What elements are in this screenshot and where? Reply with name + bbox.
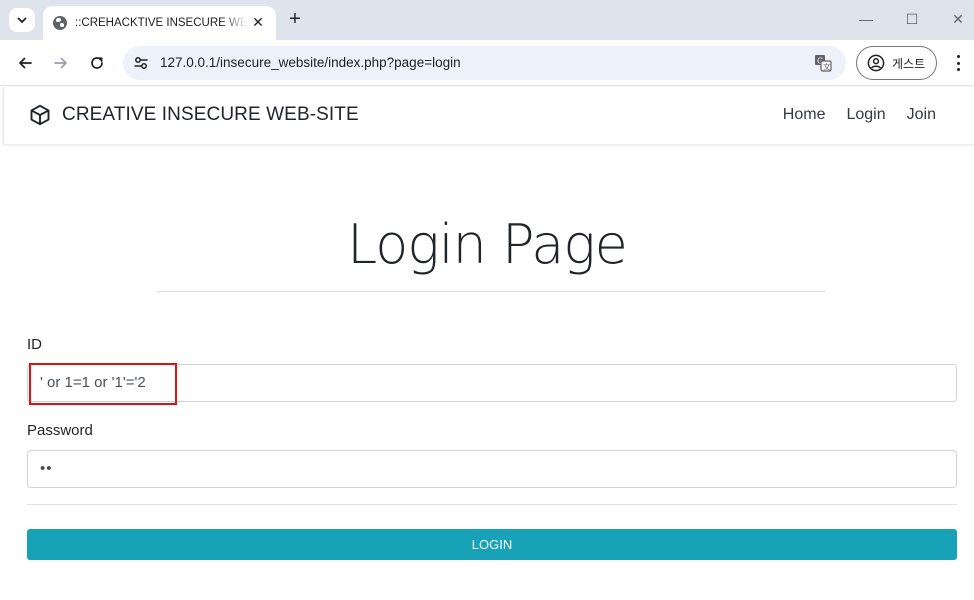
site-navbar: CREATIVE INSECURE WEB-SITE Home Login Jo… (3, 87, 974, 144)
nav-links: Home Login Join (762, 106, 936, 124)
chevron-down-icon (17, 17, 27, 23)
maximize-icon[interactable]: ☐ (902, 10, 922, 28)
tab-title: ::CREHACKTIVE INSECURE WEBSITE (75, 17, 247, 29)
id-input[interactable]: ' or 1=1 or '1'='2 (27, 364, 957, 402)
browser-toolbar: 127.0.0.1/insecure_website/index.php?pag… (0, 40, 974, 86)
profile-icon (867, 54, 885, 72)
browser-tab[interactable]: ::CREHACKTIVE INSECURE WEBSITE ✕ (43, 6, 276, 40)
profile-label: 게스트 (892, 56, 926, 71)
reload-icon (91, 57, 103, 69)
nav-home[interactable]: Home (783, 106, 826, 124)
menu-icon[interactable] (952, 53, 964, 73)
site-info-icon[interactable] (133, 55, 149, 71)
translate-icon[interactable]: G文 (814, 54, 832, 72)
forward-button[interactable] (49, 51, 73, 75)
nav-join[interactable]: Join (907, 106, 936, 124)
globe-icon (53, 16, 67, 30)
id-label: ID (27, 336, 42, 353)
back-button[interactable] (13, 51, 37, 75)
url-text[interactable]: 127.0.0.1/insecure_website/index.php?pag… (160, 55, 461, 70)
svg-text:文: 文 (823, 62, 831, 72)
minimize-icon[interactable]: — (856, 10, 876, 28)
new-tab-button[interactable]: + (285, 9, 305, 29)
tab-strip: ::CREHACKTIVE INSECURE WEBSITE ✕ + — ☐ ✕ (0, 0, 974, 40)
tab-search-button[interactable] (9, 8, 35, 32)
password-label: Password (27, 422, 93, 439)
profile-button[interactable]: 게스트 (856, 46, 937, 80)
web-page: CREATIVE INSECURE WEB-SITE Home Login Jo… (0, 87, 974, 600)
nav-login[interactable]: Login (846, 106, 885, 124)
brand-name: CREATIVE INSECURE WEB-SITE (62, 104, 359, 125)
window-close-icon[interactable]: ✕ (948, 10, 968, 28)
address-bar[interactable]: 127.0.0.1/insecure_website/index.php?pag… (123, 46, 846, 80)
login-button[interactable]: LOGIN (27, 529, 957, 560)
title-divider (157, 291, 826, 292)
tab-close-icon[interactable]: ✕ (250, 14, 266, 30)
brand[interactable]: CREATIVE INSECURE WEB-SITE (29, 104, 359, 126)
page-title: Login Page (347, 213, 628, 276)
back-icon (19, 57, 32, 69)
reload-button[interactable] (85, 51, 109, 75)
forward-icon (54, 57, 67, 69)
password-input[interactable]: •• (27, 450, 957, 488)
cube-icon (30, 104, 50, 126)
form-divider (27, 504, 957, 505)
